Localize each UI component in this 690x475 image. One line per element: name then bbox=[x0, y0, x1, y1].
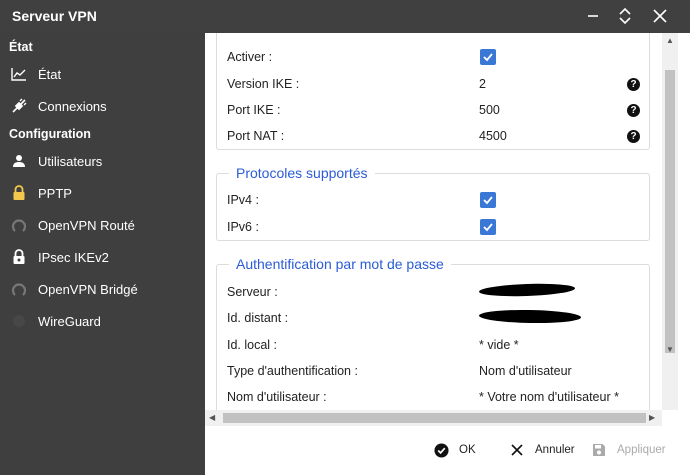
setting-label: Id. distant : bbox=[227, 311, 289, 325]
sidebar-section-configuration: Configuration bbox=[9, 127, 91, 141]
wireguard-icon bbox=[10, 313, 28, 329]
sidebar-item-openvpn-route[interactable]: OpenVPN Routé bbox=[0, 211, 205, 239]
activer-checkbox[interactable] bbox=[480, 49, 496, 65]
dialog-footer: OK Annuler Appliquer bbox=[205, 426, 690, 475]
check-icon bbox=[483, 53, 493, 62]
sidebar-item-connexions[interactable]: Connexions bbox=[0, 92, 205, 120]
type-auth-value[interactable]: Nom d'utilisateur bbox=[479, 364, 572, 378]
sidebar-item-utilisateurs[interactable]: Utilisateurs bbox=[0, 147, 205, 175]
horizontal-scrollbar-thumb[interactable] bbox=[223, 413, 646, 423]
minimize-icon bbox=[588, 15, 598, 17]
id-local-value[interactable]: * vide * bbox=[479, 338, 519, 352]
openvpn-icon bbox=[10, 217, 28, 233]
sidebar-item-openvpn-bridge[interactable]: OpenVPN Bridgé bbox=[0, 275, 205, 303]
setting-label: Version IKE : bbox=[227, 77, 300, 91]
setting-row-nom-utilisateur: Nom d'utilisateur : * Votre nom d'utilis… bbox=[227, 386, 647, 408]
port-nat-value[interactable]: 4500 bbox=[479, 129, 507, 143]
expand-collapse-button[interactable] bbox=[613, 4, 637, 28]
lock-icon bbox=[10, 185, 28, 201]
help-icon[interactable]: ? bbox=[627, 78, 640, 91]
setting-row-port-nat: Port NAT : 4500 ? bbox=[227, 125, 647, 147]
scroll-down-arrow-icon[interactable]: ▼ bbox=[666, 345, 674, 354]
sidebar-item-label: IPsec IKEv2 bbox=[38, 249, 109, 265]
redaction-mark bbox=[478, 309, 582, 324]
sidebar-item-label: PPTP bbox=[38, 185, 72, 201]
sidebar-item-etat[interactable]: État bbox=[0, 60, 205, 88]
chevron-updown-icon bbox=[619, 7, 631, 25]
sidebar-item-label: OpenVPN Routé bbox=[38, 217, 135, 233]
setting-row-id-distant: Id. distant : bbox=[227, 307, 647, 329]
save-icon bbox=[591, 442, 607, 458]
version-ike-value[interactable]: 2 bbox=[479, 77, 486, 91]
protocols-group-title: Protocoles supportés bbox=[229, 165, 375, 181]
sidebar-item-label: Connexions bbox=[38, 98, 107, 114]
help-icon[interactable]: ? bbox=[627, 130, 640, 143]
apply-button[interactable]: Appliquer bbox=[591, 440, 666, 460]
setting-label: Port IKE : bbox=[227, 103, 281, 117]
setting-row-ipv4: IPv4 : bbox=[227, 189, 647, 211]
setting-row-id-local: Id. local : * vide * bbox=[227, 334, 647, 356]
sidebar-item-ipsec-ikev2[interactable]: IPsec IKEv2 bbox=[0, 243, 205, 271]
ipv4-checkbox[interactable] bbox=[480, 192, 496, 208]
sidebar-item-label: OpenVPN Bridgé bbox=[38, 281, 138, 297]
main-panel: Activer : Version IKE : 2 ? Port IKE : 5… bbox=[205, 33, 690, 475]
sidebar-item-label: WireGuard bbox=[38, 313, 101, 329]
window-title: Serveur VPN bbox=[12, 8, 97, 24]
setting-label: Id. local : bbox=[227, 338, 278, 352]
auth-group: Authentification par mot de passe Serveu… bbox=[216, 256, 650, 410]
setting-label: Nom d'utilisateur : bbox=[227, 390, 327, 404]
minimize-button[interactable] bbox=[581, 4, 605, 28]
setting-row-type-auth: Type d'authentification : Nom d'utilisat… bbox=[227, 360, 647, 382]
setting-label: Type d'authentification : bbox=[227, 364, 358, 378]
lock-icon bbox=[10, 249, 28, 265]
setting-row-port-ike: Port IKE : 500 ? bbox=[227, 99, 647, 121]
user-icon bbox=[10, 153, 28, 169]
ok-button[interactable]: OK bbox=[433, 440, 476, 460]
redaction-mark bbox=[478, 282, 576, 298]
setting-label: Activer : bbox=[227, 50, 273, 64]
ok-label: OK bbox=[459, 444, 476, 456]
close-icon bbox=[653, 9, 667, 23]
vertical-scrollbar-thumb[interactable] bbox=[665, 70, 675, 353]
openvpn-icon bbox=[10, 281, 28, 297]
check-circle-icon bbox=[433, 442, 449, 458]
scroll-up-arrow-icon[interactable]: ▲ bbox=[666, 36, 674, 45]
ipv6-checkbox[interactable] bbox=[480, 219, 496, 235]
sidebar-item-pptp[interactable]: PPTP bbox=[0, 179, 205, 207]
help-icon[interactable]: ? bbox=[627, 104, 640, 117]
close-icon bbox=[509, 442, 525, 458]
apply-label: Appliquer bbox=[617, 444, 666, 456]
setting-row-serveur: Serveur : bbox=[227, 281, 647, 303]
setting-label: IPv4 : bbox=[227, 193, 259, 207]
check-icon bbox=[483, 196, 493, 205]
nom-utilisateur-value[interactable]: * Votre nom d'utilisateur * bbox=[479, 390, 619, 404]
setting-row-activer: Activer : bbox=[227, 46, 647, 68]
sidebar-section-etat: État bbox=[9, 40, 33, 54]
settings-scroll-area: Activer : Version IKE : 2 ? Port IKE : 5… bbox=[205, 33, 662, 410]
scroll-right-arrow-icon[interactable]: ▶ bbox=[649, 413, 655, 422]
chart-icon bbox=[10, 66, 28, 82]
vertical-scrollbar[interactable]: ▲ ▼ bbox=[662, 33, 678, 410]
scroll-left-arrow-icon[interactable]: ◀ bbox=[209, 413, 215, 422]
setting-label: Port NAT : bbox=[227, 129, 285, 143]
setting-label: Serveur : bbox=[227, 285, 278, 299]
setting-label: IPv6 : bbox=[227, 220, 259, 234]
protocols-group: Protocoles supportés IPv4 : IPv6 : bbox=[216, 165, 650, 241]
port-ike-value[interactable]: 500 bbox=[479, 103, 500, 117]
window-titlebar: Serveur VPN bbox=[0, 0, 690, 33]
auth-group-title: Authentification par mot de passe bbox=[229, 256, 451, 272]
sidebar-item-label: État bbox=[38, 66, 62, 82]
close-button[interactable] bbox=[648, 4, 672, 28]
general-settings-group: Activer : Version IKE : 2 ? Port IKE : 5… bbox=[216, 33, 650, 150]
plug-icon bbox=[10, 98, 28, 114]
cancel-button[interactable]: Annuler bbox=[509, 440, 575, 460]
horizontal-scrollbar[interactable]: ◀ ▶ bbox=[205, 410, 662, 426]
sidebar: État État Connexions Configuration Utili… bbox=[0, 33, 205, 475]
check-icon bbox=[483, 223, 493, 232]
sidebar-item-wireguard[interactable]: WireGuard bbox=[0, 307, 205, 335]
sidebar-item-label: Utilisateurs bbox=[38, 153, 103, 169]
setting-row-version-ike: Version IKE : 2 ? bbox=[227, 73, 647, 95]
setting-row-ipv6: IPv6 : bbox=[227, 216, 647, 238]
cancel-label: Annuler bbox=[535, 444, 575, 456]
